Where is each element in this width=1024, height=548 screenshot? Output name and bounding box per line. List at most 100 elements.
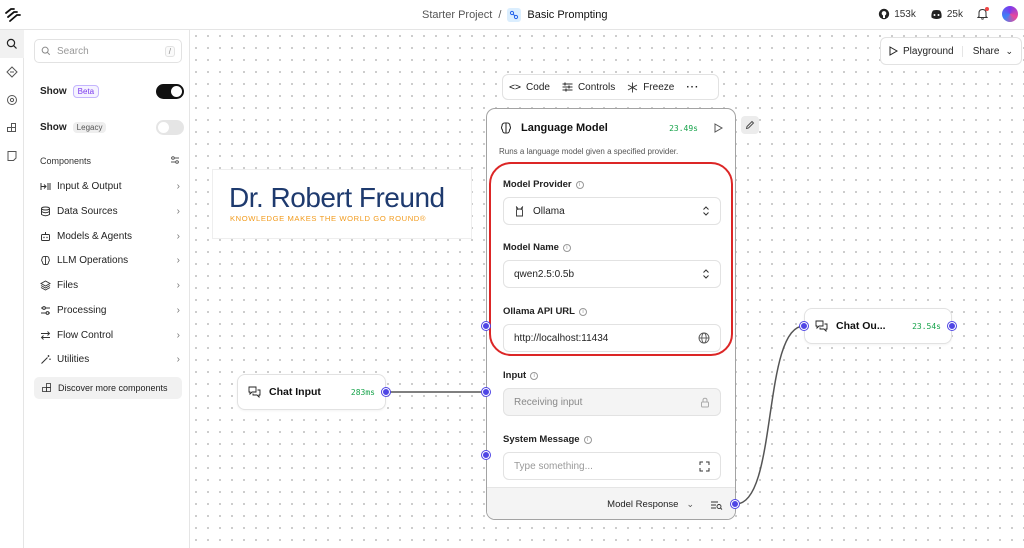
freeze-button[interactable]: Freeze: [627, 82, 674, 93]
more-options-button[interactable]: ···: [686, 82, 699, 93]
chevron-right-icon: ›: [176, 353, 180, 365]
breadcrumb-separator: /: [498, 9, 502, 21]
rail-bundles-button[interactable]: [0, 86, 24, 114]
sidebar-item-label: Input & Output: [57, 180, 122, 192]
play-icon: [714, 123, 723, 133]
github-link[interactable]: 153k: [878, 8, 916, 20]
more-icon: ···: [686, 81, 700, 93]
bell-icon: [977, 8, 988, 20]
breadcrumb-project[interactable]: Starter Project: [422, 9, 492, 21]
chat-input-node[interactable]: Chat Input 283ms: [237, 374, 386, 410]
chat-input-output-handle[interactable]: [382, 388, 390, 396]
model-name-value: qwen2.5:0.5b: [514, 268, 575, 280]
chat-output-input-handle[interactable]: [800, 322, 808, 330]
beta-badge: Beta: [72, 84, 100, 98]
edit-node-button[interactable]: [741, 116, 759, 134]
filter-sliders-icon[interactable]: [170, 155, 180, 167]
run-node-button[interactable]: [714, 123, 723, 133]
code-button[interactable]: <> Code: [509, 82, 550, 93]
logo-name: Dr. Robert Freund: [229, 182, 445, 213]
flow-name[interactable]: Basic Prompting: [527, 9, 607, 21]
rail-mcp-button[interactable]: [0, 58, 24, 86]
sidebar-item-llm-operations[interactable]: LLM Operations ›: [40, 250, 180, 270]
ollama-api-url-label-text: Ollama API URL: [503, 306, 575, 317]
top-right-actions: 153k 25k: [878, 6, 1024, 22]
globe-icon[interactable]: [698, 332, 710, 344]
node-description: Runs a language model given a specified …: [499, 147, 679, 156]
model-response-output[interactable]: Model Response ⌄: [487, 487, 735, 519]
model-response-output-handle[interactable]: [731, 500, 739, 508]
sidebar-item-files[interactable]: Files ›: [40, 275, 180, 295]
discover-more-components-button[interactable]: Discover more components: [34, 377, 182, 399]
sidebar-item-label: Files: [57, 279, 79, 291]
search-input[interactable]: [57, 45, 157, 57]
user-avatar[interactable]: [1002, 6, 1018, 22]
database-icon: [41, 206, 50, 216]
system-message-label: System Message i: [503, 434, 592, 445]
system-message-handle[interactable]: [482, 451, 490, 459]
discord-link[interactable]: 25k: [930, 9, 963, 20]
input-handle[interactable]: [482, 388, 490, 396]
ollama-api-url-input[interactable]: http://localhost:11434: [503, 324, 721, 352]
rail-search-button[interactable]: [0, 30, 24, 58]
sidebar-item-input-output[interactable]: Input & Output ›: [40, 176, 180, 196]
sidebar-item-label: Processing: [57, 304, 107, 316]
controls-button[interactable]: Controls: [562, 82, 615, 93]
inspect-output-icon[interactable]: [710, 500, 723, 510]
show-beta-row: Show Beta: [40, 81, 184, 101]
search-icon: [6, 38, 17, 49]
langflow-logo-icon[interactable]: [5, 7, 21, 23]
breadcrumb: Starter Project / Basic Prompting: [422, 8, 607, 22]
input-label-text: Input: [503, 370, 527, 381]
model-provider-select[interactable]: Ollama: [503, 197, 721, 225]
chevron-down-icon: ⌄: [1005, 45, 1013, 56]
model-name-select[interactable]: qwen2.5:0.5b: [503, 260, 721, 288]
show-legacy-toggle[interactable]: [156, 119, 184, 135]
ollama-url-input-handle[interactable]: [482, 322, 490, 330]
expand-icon[interactable]: [699, 461, 710, 472]
node-header: Language Model 23.49s: [499, 121, 723, 135]
input-label: Input i: [503, 370, 539, 381]
rail-store-button[interactable]: [0, 114, 24, 142]
share-button[interactable]: Share ⌄: [961, 45, 1013, 57]
sidebar-item-label: LLM Operations: [57, 254, 129, 266]
mcp-icon: [6, 66, 18, 78]
playground-label: Playground: [903, 45, 954, 57]
model-provider-label: Model Provider i: [503, 179, 584, 190]
info-icon: i: [578, 307, 587, 316]
code-label: Code: [526, 81, 550, 93]
sidebar-item-models-agents[interactable]: Models & Agents ›: [40, 226, 180, 246]
github-icon: [878, 8, 890, 20]
chat-output-output-handle[interactable]: [948, 322, 956, 330]
system-message-placeholder: Type something...: [514, 460, 593, 472]
rail-notes-button[interactable]: [0, 142, 24, 170]
sidebar-item-label: Models & Agents: [57, 230, 133, 242]
chevron-right-icon: ›: [176, 304, 180, 316]
chat-output-time: 23.54s: [912, 321, 941, 331]
chat-output-node[interactable]: Chat Ou... 23.54s: [804, 308, 952, 344]
sliders-icon: [41, 305, 50, 315]
playground-button[interactable]: Playground: [889, 46, 954, 57]
discord-icon: [931, 9, 942, 19]
sidebar-item-processing[interactable]: Processing ›: [40, 300, 180, 320]
chat-input-time: 283ms: [350, 387, 375, 397]
sidebar-item-label: Utilities: [57, 353, 90, 365]
lock-icon: [700, 397, 710, 408]
discover-label: Discover more components: [58, 383, 168, 393]
logo-tagline: KNOWLEDGE MAKES THE WORLD GO ROUND®: [230, 214, 427, 223]
show-beta-toggle[interactable]: [156, 83, 184, 99]
discord-count: 25k: [946, 8, 963, 20]
sidebar-item-utilities[interactable]: Utilities ›: [40, 349, 180, 369]
language-model-node[interactable]: Language Model 23.49s Runs a language mo…: [486, 108, 736, 520]
chevron-right-icon: ›: [176, 254, 180, 266]
sidebar-item-flow-control[interactable]: Flow Control ›: [40, 325, 180, 345]
chat-input-label: Chat Input: [269, 386, 321, 398]
search-box[interactable]: /: [34, 39, 182, 63]
notifications-button[interactable]: [977, 7, 989, 20]
model-response-label: Model Response: [607, 499, 679, 510]
system-message-input[interactable]: Type something...: [503, 452, 721, 480]
playground-share-bar: Playground Share ⌄: [880, 37, 1022, 65]
layers-icon: [40, 279, 51, 291]
sidebar-item-data-sources[interactable]: Data Sources ›: [40, 201, 180, 221]
blocks-icon: [7, 123, 16, 132]
